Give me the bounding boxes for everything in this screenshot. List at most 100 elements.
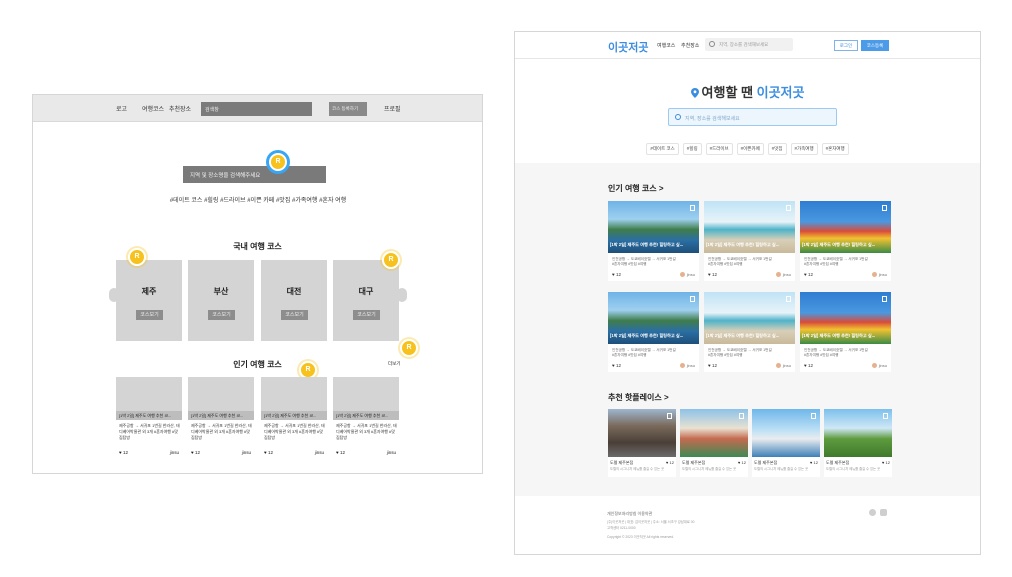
like-count[interactable]: ♥ 12 xyxy=(804,272,813,277)
tag-chip[interactable]: #힐링 xyxy=(682,143,702,155)
popular-courses-title[interactable]: 인기 여행 코스 > xyxy=(608,183,664,194)
course-card[interactable]: [1박 2일] 제주도 여행 추천! 힐링하고 싶... 인천공항 → 도쿄베이호… xyxy=(800,201,891,281)
wire-profile[interactable]: 프로필 xyxy=(384,104,401,113)
hotplace-card[interactable]: 도렐 제주본점 ♥ 12 도렐의 시그니처 메뉴를 즐길 수 있는 곳 xyxy=(824,409,892,477)
region-name: 대전 xyxy=(286,287,302,296)
hotplace-title[interactable]: 추천 핫플레이스 > xyxy=(608,392,669,403)
region-view-button[interactable]: 코스보기 xyxy=(281,310,308,320)
wire-course-card[interactable]: [1박 2일] 제주도 여행 추천 코... 제주공항 → 서귀포 1번길 한라… xyxy=(116,377,182,459)
card-image xyxy=(261,377,327,411)
course-card[interactable]: [1박 2일] 제주도 여행 추천! 힐링하고 싶... 인천공항 → 도쿄베이호… xyxy=(704,292,795,372)
header-search-input[interactable]: 지역, 장소를 검색해보세요 xyxy=(705,38,793,51)
bookmark-icon[interactable] xyxy=(882,296,887,302)
wire-logo[interactable]: 로고 xyxy=(116,104,127,113)
region-name: 제주 xyxy=(141,287,157,296)
card-desc: 제주공항 → 서귀포 1번길 한라산, 태디베어박물관 외 3개 #혼자여행 #… xyxy=(336,423,397,440)
tag-chip[interactable]: #혼자여행 xyxy=(821,143,849,155)
like-count[interactable]: ♥ 12 xyxy=(666,460,674,465)
card-desc: 제주공항 → 서귀포 1번길 한라산, 태디베어박물관 외 3개 #혼자여행 #… xyxy=(119,423,180,440)
hero-title: 여행할 땐 이곳저곳 xyxy=(515,82,980,101)
hotplace-card[interactable]: 도렐 제주본점 ♥ 12 도렐의 시그니처 메뉴를 즐길 수 있는 곳 xyxy=(608,409,676,477)
wire-nav-courses[interactable]: 여행코스 xyxy=(142,104,164,113)
tag-chip[interactable]: #이쁜카페 xyxy=(736,143,764,155)
nav-places[interactable]: 추천장소 xyxy=(681,42,699,49)
like-count[interactable]: ♥ 12 xyxy=(882,460,890,465)
search-icon xyxy=(709,41,715,47)
card-user: jinsu xyxy=(169,450,179,455)
bookmark-icon[interactable] xyxy=(883,413,888,419)
wire-region-card[interactable]: 대구 코스보기 xyxy=(333,260,399,341)
course-title: [1박 2일] 제주도 여행 추천! 힐링하고 싶... xyxy=(610,333,684,338)
review-pin-icon: R xyxy=(269,153,287,171)
region-view-button[interactable]: 코스보기 xyxy=(208,310,235,320)
hero-prefix: 여행할 땐 xyxy=(701,85,757,100)
wire-region-card[interactable]: 제주 코스보기 xyxy=(116,260,182,341)
card-image xyxy=(116,377,182,411)
wire-course-card[interactable]: [1박 2일] 제주도 여행 추천 코... 제주공항 → 서귀포 1번길 한라… xyxy=(333,377,399,459)
like-count[interactable]: ♥ 12 xyxy=(612,363,621,368)
header-divider xyxy=(515,58,980,59)
wire-region-card[interactable]: 부산 코스보기 xyxy=(188,260,254,341)
bookmark-icon[interactable] xyxy=(882,205,887,211)
nav-courses[interactable]: 여행코스 xyxy=(657,42,675,49)
hotplace-desc: 도렐의 시그니처 메뉴를 즐길 수 있는 곳 xyxy=(826,467,881,471)
search-placeholder: 지역, 장소를 검색해보세요 xyxy=(719,42,769,47)
card-desc: 제주공항 → 서귀포 1번길 한라산, 태디베어박물관 외 3개 #혼자여행 #… xyxy=(264,423,325,440)
wire-more-link[interactable]: 더보기 xyxy=(388,361,400,367)
tag-chip[interactable]: #맛집 xyxy=(767,143,787,155)
course-desc: 인천공항 → 도쿄베이호텔 → 서귀포 1번길 #혼자여행 #맛집 #여행 xyxy=(804,257,868,266)
tag-chip[interactable]: #데이트 코스 xyxy=(646,143,679,155)
wire-tag-list[interactable]: #데이트 코스 #힐링 #드라이브 #이쁜 카페 #맛집 #가족여행 #혼자 여… xyxy=(93,195,423,204)
wire-nav-places[interactable]: 추천장소 xyxy=(169,104,191,113)
wire-register-button[interactable]: 코스 등록하기 xyxy=(329,102,367,116)
course-desc: 인천공항 → 도쿄베이호텔 → 서귀포 1번길 #혼자여행 #맛집 #여행 xyxy=(708,348,772,357)
hotplace-card[interactable]: 도렐 제주본점 ♥ 12 도렐의 시그니처 메뉴를 즐길 수 있는 곳 xyxy=(680,409,748,477)
wire-search-input[interactable]: 검색창 xyxy=(201,102,312,116)
wire-popular-title: 인기 여행 코스 xyxy=(233,360,282,369)
region-view-button[interactable]: 코스보기 xyxy=(136,310,163,320)
bookmark-icon[interactable] xyxy=(786,296,791,302)
hotplace-desc: 도렐의 시그니처 메뉴를 즐길 수 있는 곳 xyxy=(610,467,665,471)
wire-hero-search[interactable]: 지역 및 장소명을 검색해주세요 xyxy=(183,166,326,183)
like-count[interactable]: ♥ 12 xyxy=(804,363,813,368)
course-card[interactable]: [1박 2일] 제주도 여행 추천! 힐링하고 싶... 인천공항 → 도쿄베이호… xyxy=(608,201,699,281)
register-course-button[interactable]: 코스등록 xyxy=(861,40,889,51)
course-desc: 인천공항 → 도쿄베이호텔 → 서귀포 1번길 #혼자여행 #맛집 #여행 xyxy=(612,257,676,266)
hero-placeholder: 지역, 장소를 검색해보세요 xyxy=(685,116,740,122)
tag-chip[interactable]: #가족여행 xyxy=(790,143,818,155)
bookmark-icon[interactable] xyxy=(667,413,672,419)
bookmark-icon[interactable] xyxy=(786,205,791,211)
login-button[interactable]: 로그인 xyxy=(834,40,858,51)
hero-search-input[interactable]: 지역, 장소를 검색해보세요 xyxy=(668,108,837,126)
course-desc: 인천공항 → 도쿄베이호텔 → 서귀포 1번길 #혼자여행 #맛집 #여행 xyxy=(612,348,676,357)
bookmark-icon[interactable] xyxy=(690,205,695,211)
wire-course-card[interactable]: [1박 2일] 제주도 여행 추천 코... 제주공항 → 서귀포 1번길 한라… xyxy=(188,377,254,459)
like-count[interactable]: ♥ 12 xyxy=(612,272,621,277)
course-card[interactable]: [1박 2일] 제주도 여행 추천! 힐링하고 싶... 인천공항 → 도쿄베이호… xyxy=(608,292,699,372)
site-logo[interactable]: 이곳저곳 xyxy=(608,39,648,55)
tag-chip[interactable]: #드라이브 xyxy=(705,143,733,155)
like-count[interactable]: ♥ 12 xyxy=(708,363,717,368)
author: jinsu xyxy=(775,363,791,368)
youtube-icon[interactable] xyxy=(880,509,887,516)
like-count[interactable]: ♥ 12 xyxy=(738,460,746,465)
wire-region-card[interactable]: 대전 코스보기 xyxy=(261,260,327,341)
author: jinsu xyxy=(871,363,887,368)
like-count[interactable]: ♥ 12 xyxy=(708,272,717,277)
bookmark-icon[interactable] xyxy=(690,296,695,302)
footer-contact: 고객센터 0211-0000 xyxy=(607,526,636,530)
like-count[interactable]: ♥ 12 xyxy=(810,460,818,465)
bookmark-icon[interactable] xyxy=(739,413,744,419)
course-card[interactable]: [1박 2일] 제주도 여행 추천! 힐링하고 싶... 인천공항 → 도쿄베이호… xyxy=(704,201,795,281)
region-view-button[interactable]: 코스보기 xyxy=(353,310,380,320)
footer-links[interactable]: 개인정보처리방침 이용약관 xyxy=(607,511,652,517)
region-name: 대구 xyxy=(358,287,374,296)
course-title: [1박 2일] 제주도 여행 추천! 힐링하고 싶... xyxy=(802,333,876,338)
course-card[interactable]: [1박 2일] 제주도 여행 추천! 힐링하고 싶... 인천공항 → 도쿄베이호… xyxy=(800,292,891,372)
bookmark-icon[interactable] xyxy=(811,413,816,419)
github-icon[interactable] xyxy=(869,509,876,516)
card-title: [1박 2일] 제주도 여행 추천 코... xyxy=(188,411,254,420)
hotplace-card[interactable]: 도렐 제주본점 ♥ 12 도렐의 시그니처 메뉴를 즐길 수 있는 곳 xyxy=(752,409,820,477)
wire-course-card[interactable]: [1박 2일] 제주도 여행 추천 코... 제주공항 → 서귀포 1번길 한라… xyxy=(261,377,327,459)
avatar xyxy=(871,272,877,277)
